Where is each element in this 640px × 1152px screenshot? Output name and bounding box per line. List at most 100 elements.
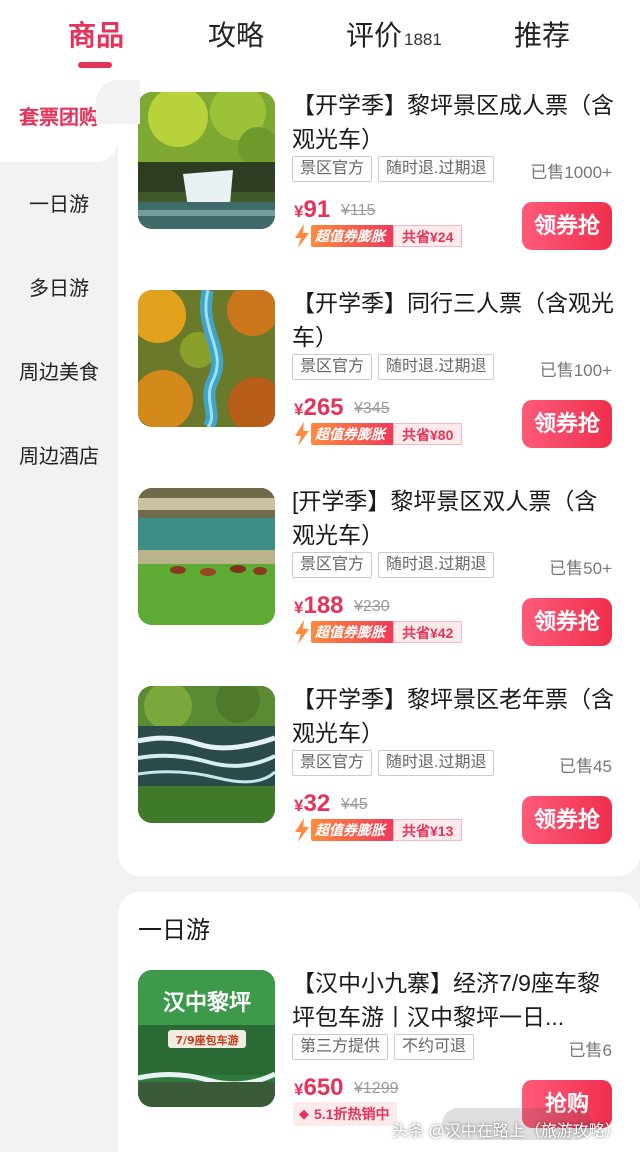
lightning-icon <box>295 224 309 248</box>
top-tab-bar: 商品 攻略 评价 1881 推荐 <box>0 0 640 80</box>
tag-official: 景区官方 <box>292 552 373 578</box>
product-title: 【开学季】同行三人票（含观光车） <box>292 290 614 350</box>
product-thumbnail[interactable] <box>138 686 275 823</box>
product-tags: 景区官方 随时退.过期退 <box>292 552 495 578</box>
product-title: 【汉中小九寨】经济7/9座车黎坪包车游丨汉中黎坪一日... <box>292 970 600 1030</box>
sidebar-item-hotel[interactable]: 周边酒店 <box>0 440 118 469</box>
coupon-label: 超值券膨胀 <box>311 621 393 643</box>
tag-official: 景区官方 <box>292 156 373 182</box>
product-tags: 第三方提供 不约可退 <box>292 1034 475 1060</box>
tag-refund: 随时退.过期退 <box>378 354 495 380</box>
product-item[interactable]: 【开学季】黎坪景区老年票（含观光车） 景区官方 随时退.过期退 已售45 ¥32… <box>138 674 618 854</box>
price-value: 265 <box>303 394 344 421</box>
charter-tour-image: 汉中黎坪 7/9座包车游 <box>138 970 275 1107</box>
claim-coupon-button[interactable]: 领券抢 <box>522 598 612 646</box>
tag-official: 景区官方 <box>292 354 373 380</box>
discount-badge: ◆ 5.1折热销中 <box>293 1102 398 1126</box>
sidebar-item-label: 周边美食 <box>19 362 99 384</box>
product-tags: 景区官方 随时退.过期退 <box>292 354 495 380</box>
tag-refund: 不约可退 <box>394 1034 475 1060</box>
sidebar-item-label: 一日游 <box>29 194 89 216</box>
coupon-savings: 共省¥13 <box>393 819 463 841</box>
price-value: 32 <box>303 790 331 817</box>
lake-meadow-image <box>138 488 275 625</box>
product-tags: 景区官方 随时退.过期退 <box>292 750 495 776</box>
coupon-badge: 超值券膨胀 共省¥80 <box>293 422 463 446</box>
tab-guides-label: 攻略 <box>208 20 265 51</box>
tag-refund: 随时退.过期退 <box>378 750 495 776</box>
tag-refund: 随时退.过期退 <box>378 156 495 182</box>
tag-third-party: 第三方提供 <box>292 1034 389 1060</box>
sidebar-item-package[interactable]: 套票团购 <box>0 80 140 162</box>
lightning-icon <box>295 620 309 644</box>
product-thumbnail[interactable]: 汉中黎坪 7/9座包车游 <box>138 970 275 1107</box>
category-sidebar: 套票团购 一日游 多日游 周边美食 周边酒店 <box>0 80 140 1152</box>
section-title: 一日游 <box>138 917 210 944</box>
coupon-badge: 超值券膨胀 共省¥13 <box>293 818 463 842</box>
coupon-label: 超值券膨胀 <box>311 819 393 841</box>
product-title: 【开学季】黎坪景区老年票（含观光车） <box>292 686 614 746</box>
product-thumbnail[interactable] <box>138 488 275 625</box>
sold-count: 已售6 <box>568 1041 612 1060</box>
sidebar-item-multi-day[interactable]: 多日游 <box>0 272 118 301</box>
coupon-savings: 共省¥24 <box>393 225 463 247</box>
price: ¥32 <box>294 790 330 818</box>
original-price: ¥45 <box>341 796 368 813</box>
tab-goods[interactable]: 商品 <box>68 14 124 54</box>
claim-coupon-button[interactable]: 领券抢 <box>522 202 612 250</box>
tag-official: 景区官方 <box>292 750 373 776</box>
price-value: 650 <box>303 1074 344 1101</box>
lightning-icon <box>295 422 309 446</box>
reviews-count: 1881 <box>404 30 442 49</box>
sidebar-item-label: 套票团购 <box>19 107 99 129</box>
product-thumbnail[interactable] <box>138 290 275 427</box>
watermark: 头条 @汉中在路上（旅游攻略） <box>392 1123 621 1140</box>
coupon-label: 超值券膨胀 <box>311 225 393 247</box>
original-price: ¥345 <box>354 400 390 417</box>
sold-count: 已售1000+ <box>530 163 612 182</box>
claim-coupon-button[interactable]: 领券抢 <box>522 796 612 844</box>
product-item[interactable]: 【开学季】黎坪景区成人票（含观光车） 景区官方 随时退.过期退 已售1000+ … <box>138 80 618 260</box>
sidebar-item-one-day[interactable]: 一日游 <box>0 188 118 217</box>
price-tag-icon: ◆ <box>299 1106 309 1121</box>
price-value: 188 <box>303 592 344 619</box>
price-value: 91 <box>303 196 331 223</box>
product-title: 【开学季】黎坪景区成人票（含观光车） <box>292 92 614 152</box>
sold-count: 已售50+ <box>549 559 612 578</box>
tab-recommend[interactable]: 推荐 <box>514 14 570 54</box>
coupon-badge: 超值券膨胀 共省¥42 <box>293 620 463 644</box>
lightning-icon <box>295 818 309 842</box>
tab-goods-label: 商品 <box>68 20 125 51</box>
price: ¥650 <box>294 1074 344 1102</box>
coupon-savings: 共省¥80 <box>393 423 463 445</box>
active-tab-indicator <box>78 62 112 68</box>
discount-label: 5.1折热销中 <box>314 1106 390 1122</box>
claim-coupon-button[interactable]: 领券抢 <box>522 400 612 448</box>
original-price: ¥230 <box>354 598 390 615</box>
price: ¥265 <box>294 394 344 422</box>
cascade-stream-image <box>138 686 275 823</box>
sidebar-item-label: 周边酒店 <box>19 446 99 468</box>
tab-recommend-label: 推荐 <box>514 20 571 51</box>
coupon-label: 超值券膨胀 <box>311 423 393 445</box>
thumb-title-text: 汉中黎坪 <box>163 990 251 1016</box>
tag-refund: 随时退.过期退 <box>378 552 495 578</box>
tab-reviews[interactable]: 评价 1881 <box>346 14 442 54</box>
coupon-badge: 超值券膨胀 共省¥24 <box>293 224 463 248</box>
product-tags: 景区官方 随时退.过期退 <box>292 156 495 182</box>
tab-guides[interactable]: 攻略 <box>208 14 264 54</box>
coupon-savings: 共省¥42 <box>393 621 463 643</box>
product-thumbnail[interactable] <box>138 92 275 229</box>
waterfall-image <box>138 92 275 229</box>
thumb-subtitle-text: 7/9座包车游 <box>175 1033 238 1047</box>
autumn-valley-image <box>138 290 275 427</box>
original-price: ¥115 <box>341 202 376 219</box>
product-item[interactable]: 【开学季】同行三人票（含观光车） 景区官方 随时退.过期退 已售100+ ¥26… <box>138 278 618 458</box>
sold-count: 已售45 <box>559 757 612 776</box>
product-item[interactable]: [开学季】黎坪景区双人票（含观光车） 景区官方 随时退.过期退 已售50+ ¥1… <box>138 476 618 656</box>
sold-count: 已售100+ <box>539 361 612 380</box>
sidebar-item-food[interactable]: 周边美食 <box>0 356 118 385</box>
original-price: ¥1299 <box>354 1080 399 1097</box>
tab-reviews-label: 评价 <box>346 20 403 51</box>
price: ¥91 <box>294 196 330 224</box>
